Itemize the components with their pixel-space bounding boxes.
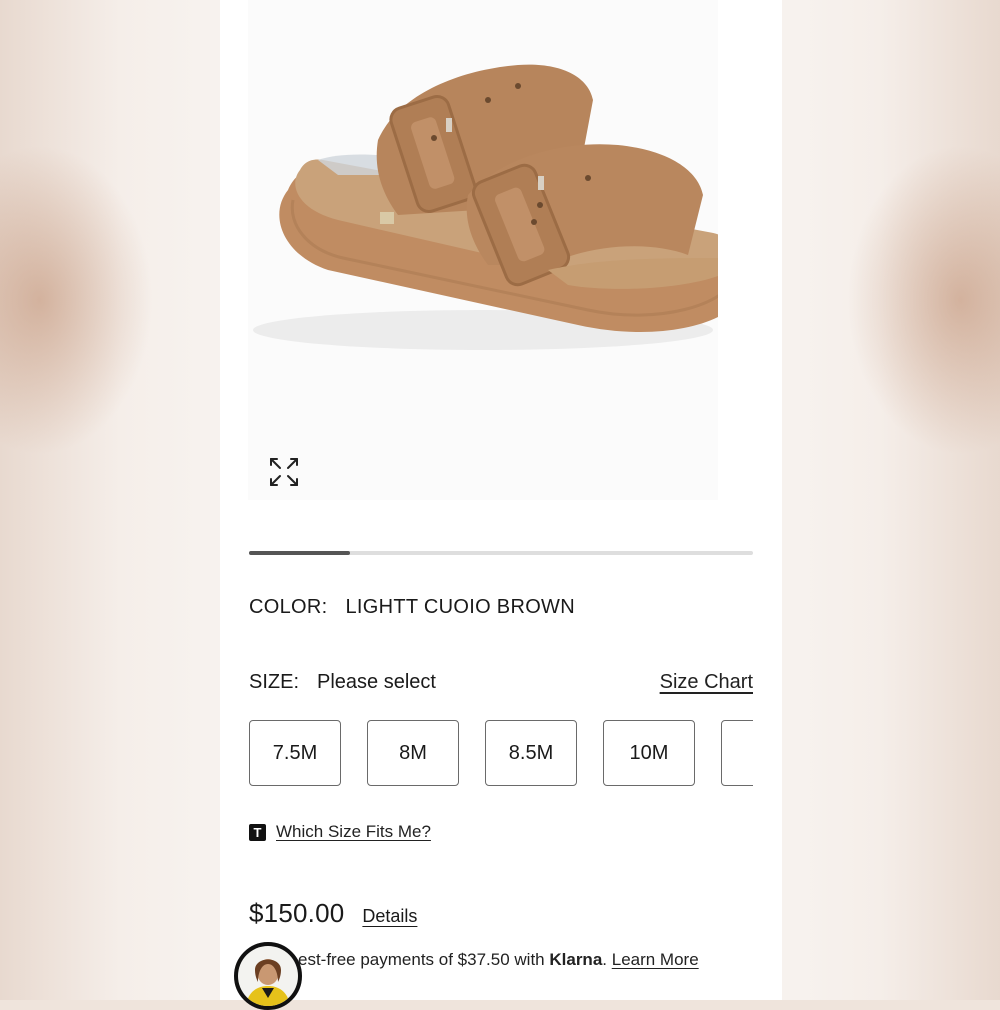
product-panel: COLOR: LIGHTT CUOIO BROWN SIZE: Please s…: [220, 0, 782, 1000]
size-option-10m[interactable]: 10M: [603, 720, 695, 786]
klarna-brand: Klarna: [549, 950, 603, 969]
color-label: COLOR:: [249, 596, 328, 618]
size-option-8-5m[interactable]: 8.5M: [485, 720, 577, 786]
true-fit-icon: T: [249, 823, 266, 841]
price-details-link[interactable]: Details: [362, 906, 417, 927]
size-option-8m[interactable]: 8M: [367, 720, 459, 786]
expand-icon: [270, 458, 298, 486]
carousel-progress[interactable]: [249, 551, 753, 555]
color-row: COLOR: LIGHTT CUOIO BROWN: [249, 596, 575, 619]
carousel-progress-thumb[interactable]: [249, 551, 350, 555]
size-option-next[interactable]: 1: [721, 720, 753, 786]
size-row: SIZE: Please select Size Chart: [249, 671, 753, 694]
product-image[interactable]: [248, 0, 718, 500]
klarna-text-after: .: [602, 950, 612, 969]
which-size-fits-link[interactable]: Which Size Fits Me?: [276, 822, 431, 842]
klarna-learn-more-link[interactable]: Learn More: [612, 950, 699, 969]
price: $150.00: [249, 898, 345, 928]
size-prompt: Please select: [317, 671, 436, 693]
size-options: 7.5M 8M 8.5M 10M 1: [249, 720, 753, 790]
sandal-illustration: [253, 64, 718, 350]
seller-avatar-icon: [238, 946, 298, 1006]
klarna-text: est-free payments of $37.50 with: [298, 950, 550, 969]
color-value: LIGHTT CUOIO BROWN: [345, 596, 575, 618]
size-chart-link[interactable]: Size Chart: [660, 671, 753, 694]
size-label: SIZE:: [249, 671, 300, 693]
expand-image-button[interactable]: [266, 454, 302, 490]
klarna-message: est-free payments of $37.50 with Klarna.…: [298, 950, 699, 970]
price-row: $150.00 Details: [249, 898, 417, 929]
size-fit-row: T Which Size Fits Me?: [249, 822, 431, 842]
size-option-7-5m[interactable]: 7.5M: [249, 720, 341, 786]
